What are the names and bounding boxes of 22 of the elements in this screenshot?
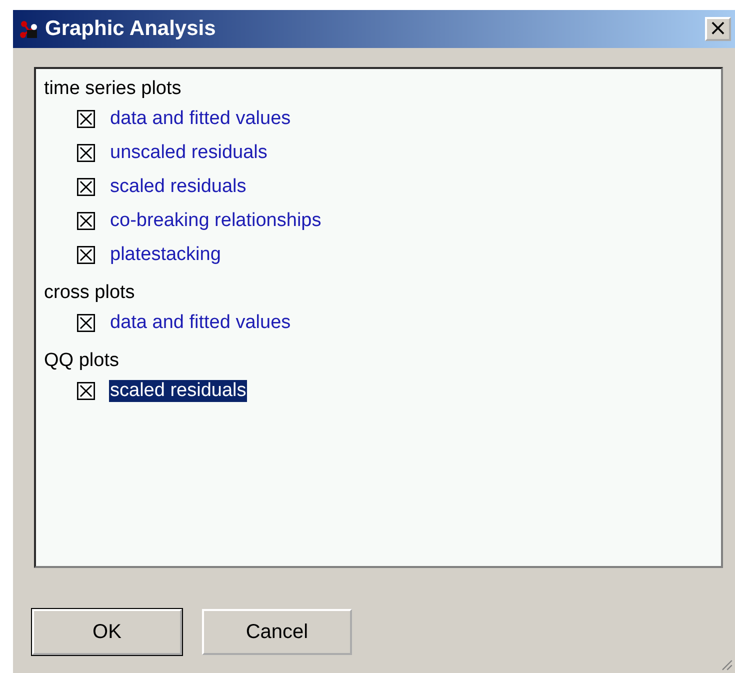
group-heading: time series plots: [44, 77, 182, 101]
cancel-button[interactable]: Cancel: [202, 609, 352, 655]
checkbox[interactable]: [77, 314, 95, 332]
ok-button[interactable]: OK: [32, 609, 182, 655]
plot-option[interactable]: scaled residuals: [109, 380, 248, 402]
checkbox[interactable]: [77, 246, 95, 264]
plot-option[interactable]: scaled residuals: [109, 176, 248, 198]
window-title: Graphic Analysis: [45, 17, 217, 41]
plot-option[interactable]: co-breaking relationships: [109, 210, 322, 232]
molecule-icon: [19, 19, 39, 39]
checkbox[interactable]: [77, 178, 95, 196]
checkbox[interactable]: [77, 212, 95, 230]
close-button[interactable]: ×: [705, 17, 731, 41]
checkbox[interactable]: [77, 144, 95, 162]
group-heading: QQ plots: [44, 349, 120, 373]
plot-option[interactable]: unscaled residuals: [109, 142, 268, 164]
plot-option[interactable]: data and fitted values: [109, 312, 292, 334]
checkbox[interactable]: [77, 382, 95, 400]
checkbox[interactable]: [77, 110, 95, 128]
plot-option[interactable]: data and fitted values: [109, 108, 292, 130]
plot-option[interactable]: platestacking: [109, 244, 222, 266]
group-heading: cross plots: [44, 281, 136, 305]
